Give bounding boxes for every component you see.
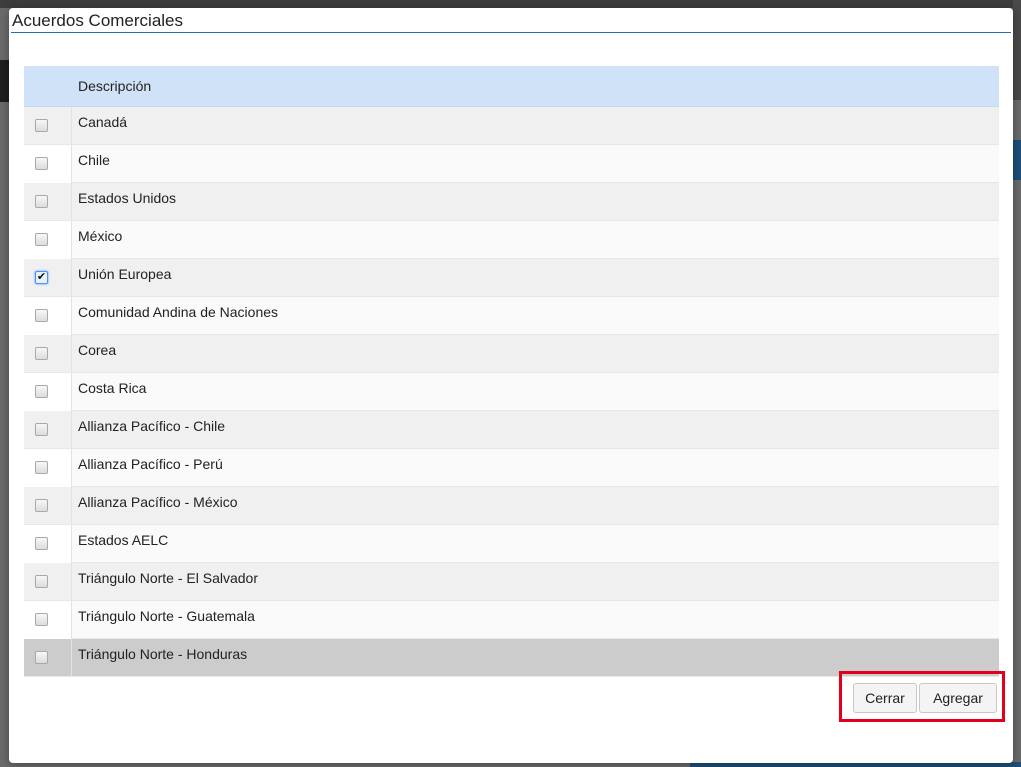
table-row[interactable]: México [24, 221, 999, 259]
modal-title-text: Acuerdos Comerciales [12, 11, 184, 30]
row-checkbox[interactable] [35, 157, 48, 170]
checkmark-icon: ✔ [36, 271, 47, 283]
row-checkbox[interactable] [35, 651, 48, 664]
close-button[interactable]: Cerrar [853, 683, 917, 713]
row-check-cell [24, 107, 72, 145]
add-button[interactable]: Agregar [919, 683, 997, 713]
table-row[interactable]: Triángulo Norte - Guatemala [24, 601, 999, 639]
row-check-cell [24, 525, 72, 563]
table-row[interactable]: Estados Unidos [24, 183, 999, 221]
row-checkbox[interactable] [35, 347, 48, 360]
background-panel-fragment [1013, 0, 1021, 100]
row-description: Triángulo Norte - Guatemala [78, 608, 255, 624]
table-row[interactable]: Allianza Pacífico - México [24, 487, 999, 525]
row-checkbox[interactable] [35, 575, 48, 588]
background-top-bar [0, 0, 1021, 8]
row-check-cell [24, 183, 72, 221]
row-check-cell [24, 335, 72, 373]
row-check-cell: ✔ [24, 259, 72, 297]
grid-header: Descripción [24, 66, 999, 107]
row-description: Triángulo Norte - Honduras [78, 646, 248, 662]
row-checkbox[interactable] [35, 613, 48, 626]
row-checkbox[interactable] [35, 385, 48, 398]
background-nav-fragment [0, 60, 9, 102]
row-description: Estados Unidos [78, 190, 177, 206]
row-check-cell [24, 563, 72, 601]
table-row[interactable]: Comunidad Andina de Naciones [24, 297, 999, 335]
row-checkbox[interactable] [35, 537, 48, 550]
row-description: Costa Rica [78, 380, 147, 396]
row-description: Triángulo Norte - El Salvador [78, 570, 259, 586]
row-check-cell [24, 487, 72, 525]
row-check-cell [24, 145, 72, 183]
row-checkbox[interactable] [35, 233, 48, 246]
row-checkbox[interactable] [35, 423, 48, 436]
table-row[interactable]: Costa Rica [24, 373, 999, 411]
table-row[interactable]: Allianza Pacífico - Perú [24, 449, 999, 487]
row-description: Allianza Pacífico - México [78, 494, 238, 510]
highlighted-button-group: Cerrar Agregar [839, 671, 1005, 722]
row-checkbox[interactable]: ✔ [35, 271, 48, 284]
row-check-cell [24, 221, 72, 259]
row-check-cell [24, 601, 72, 639]
row-checkbox[interactable] [35, 499, 48, 512]
table-row[interactable]: Estados AELC [24, 525, 999, 563]
row-description: México [78, 228, 123, 244]
row-checkbox[interactable] [35, 309, 48, 322]
row-checkbox[interactable] [35, 119, 48, 132]
modal-title: Acuerdos Comerciales [11, 11, 1011, 33]
grid-header-description: Descripción [78, 78, 152, 94]
row-check-cell [24, 449, 72, 487]
row-check-cell [24, 411, 72, 449]
table-row[interactable]: Chile [24, 145, 999, 183]
row-check-cell [24, 373, 72, 411]
row-check-cell [24, 639, 72, 677]
agreements-grid: Descripción Canadá Chile Estados Unidos Méx… [24, 66, 999, 677]
row-description: Allianza Pacífico - Perú [78, 456, 223, 472]
row-description: Unión Europea [78, 266, 172, 282]
row-checkbox[interactable] [35, 461, 48, 474]
row-checkbox[interactable] [35, 195, 48, 208]
table-row[interactable]: Triángulo Norte - El Salvador [24, 563, 999, 601]
trade-agreements-modal: Acuerdos Comerciales Descripción Canadá C… [9, 8, 1013, 763]
row-check-cell [24, 297, 72, 335]
row-description: Corea [78, 342, 117, 358]
row-description: Comunidad Andina de Naciones [78, 304, 279, 320]
row-description: Estados AELC [78, 532, 169, 548]
row-description: Allianza Pacífico - Chile [78, 418, 226, 434]
row-description: Canadá [78, 114, 128, 130]
background-button-fragment [1013, 140, 1021, 180]
table-row[interactable]: ✔ Unión Europea [24, 259, 999, 297]
table-row[interactable]: Corea [24, 335, 999, 373]
table-row[interactable]: Canadá [24, 107, 999, 145]
row-description: Chile [78, 152, 110, 168]
table-row[interactable]: Allianza Pacífico - Chile [24, 411, 999, 449]
grid-body: Canadá Chile Estados Unidos México ✔ Unión Eu… [24, 107, 999, 677]
